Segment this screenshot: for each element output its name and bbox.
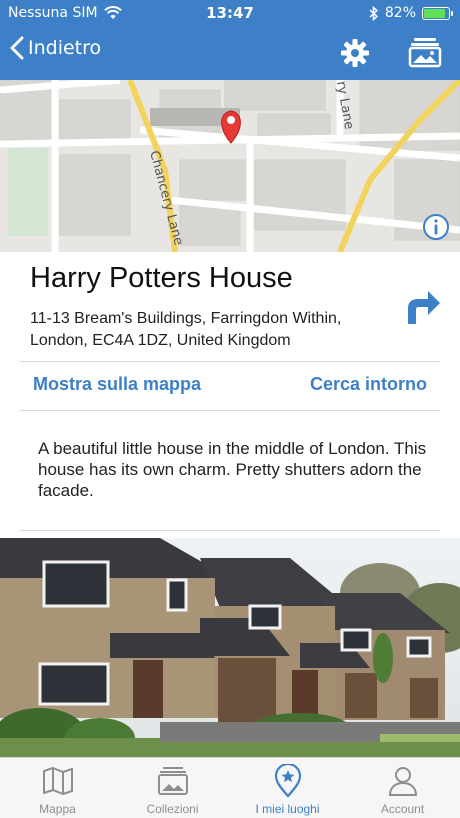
bluetooth-icon [369,5,379,21]
info-icon[interactable] [422,213,450,241]
search-nearby-link[interactable]: Cerca intorno [310,374,427,395]
place-photo[interactable] [0,538,460,757]
tab-label-account: Account [380,802,425,816]
navigation-bar: Indietro [0,26,460,80]
gallery-icon[interactable] [408,36,442,68]
tab-label-collezioni: Collezioni [146,802,199,816]
map-canvas: Chancery Lane ry Lane [0,80,460,252]
gear-icon[interactable] [340,38,370,68]
map-icon [42,767,73,795]
status-right: 82% [369,5,453,21]
battery-icon [422,6,453,20]
tab-collezioni[interactable]: Collezioni [115,758,230,818]
tab-account[interactable]: Account [345,758,460,818]
battery-percent: 82% [384,5,416,21]
user-icon [388,767,417,796]
tab-label-i-miei-luoghi: I miei luoghi [255,802,320,816]
place-address: 11-13 Bream's Buildings, Farringdon With… [30,310,342,349]
divider-top [20,361,440,362]
location-pin-star-icon [274,764,301,798]
tab-i-miei-luoghi[interactable]: I miei luoghi [230,758,345,818]
map-view[interactable]: Chancery Lane ry Lane [0,80,460,252]
directions-arrow-icon[interactable] [402,288,442,326]
tab-mappa[interactable]: Mappa [0,758,115,818]
tab-bar: Mappa Collezioni I miei luoghi Account [0,757,460,818]
tab-label-mappa: Mappa [39,802,76,816]
battery-level [424,8,446,18]
top-bar: Nessuna SIM 13:47 82% Indietro [0,0,460,80]
place-title: Harry Potters House [30,262,293,294]
divider-middle [20,410,440,411]
place-description: A beautiful little house in the middle o… [38,439,427,500]
back-label: Indietro [28,37,102,59]
show-on-map-link[interactable]: Mostra sulla mappa [33,374,201,395]
back-button[interactable]: Indietro [10,36,101,60]
status-bar: Nessuna SIM 13:47 82% [0,0,460,26]
collections-icon [157,767,188,795]
divider-bottom [20,530,440,531]
house-photo-image [0,538,460,757]
chevron-left-icon [10,36,24,60]
